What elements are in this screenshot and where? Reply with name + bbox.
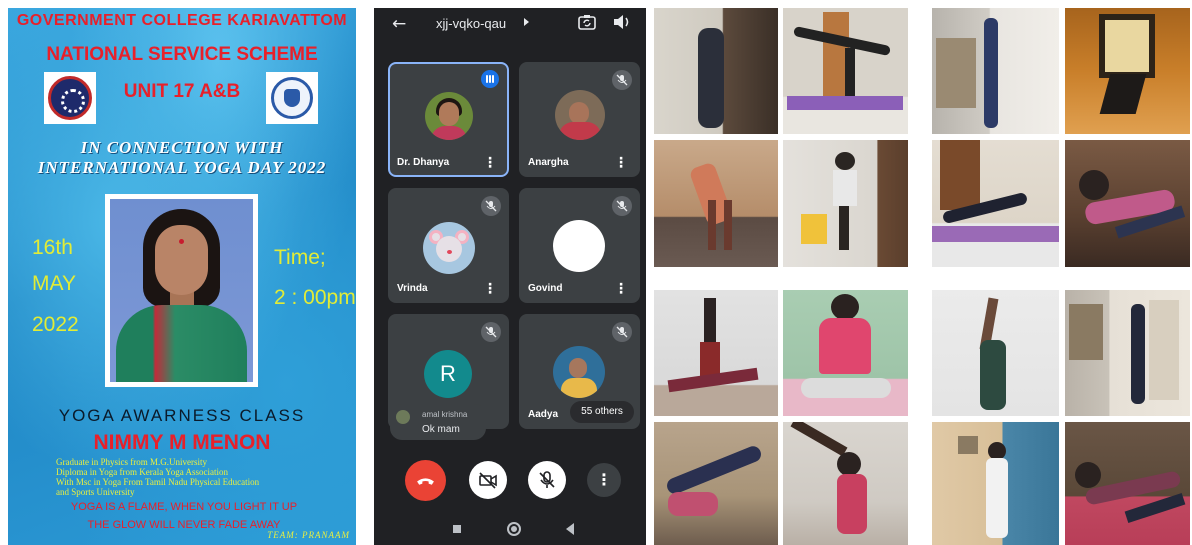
yoga-quote: YOGA IS A FLAME, WHEN YOU LIGHT IT UP TH… [34,498,334,534]
mic-off-icon [612,322,632,342]
speaker-photo [105,194,258,387]
participant-tile-aadya[interactable]: Aadya 55 others [519,314,640,429]
time-value: 2 : 00pm [274,286,356,309]
mic-off-icon [612,70,632,90]
yoga-photo [783,140,908,267]
qualification-line: and Sports University [56,487,135,497]
avatar [555,90,605,140]
yoga-photo [932,422,1059,545]
avatar-initial: R [424,350,472,398]
back-nav-icon[interactable] [566,523,574,535]
chat-username: amal krishna [422,410,468,419]
more-options-button[interactable]: ⋮ [587,463,621,497]
mic-off-icon [481,196,501,216]
yoga-photo [654,8,778,134]
yoga-photo [783,8,908,134]
date-year: 2022 [32,313,79,336]
speaker-icon[interactable] [612,13,632,31]
yoga-photo [1065,290,1190,416]
date-month: MAY [32,272,76,295]
yoga-photo [654,290,778,416]
camera-toggle-button[interactable] [469,461,507,499]
qualification-line: With Msc in Yoga From Tamil Nadu Physica… [56,477,260,487]
end-call-button[interactable] [405,460,446,501]
connection-line-1: IN CONNECTION WITH [80,138,284,157]
avatar [423,222,475,274]
date-day: 16th [32,236,73,259]
yoga-photo [1065,422,1190,545]
home-nav-icon[interactable] [507,522,521,536]
yoga-photo [1065,140,1190,267]
avatar [425,92,473,140]
participant-name: Vrinda [397,283,428,294]
team-credit: TEAM: PRANAAM [267,530,350,540]
participant-name: Anargha [528,157,569,168]
college-logo [266,72,318,124]
participant-name: Dr. Dhanya [397,157,450,168]
avatar [553,220,605,272]
arrow-left-icon[interactable]: ← [392,14,412,34]
avatar [553,346,605,398]
event-title: YOGA AWARNESS CLASS [58,406,306,425]
connection-line-2: INTERNATIONAL YOGA DAY 2022 [37,158,327,177]
speaker-name: NIMMY M MENON [93,431,271,454]
mic-off-icon [539,471,555,488]
participant-tile-anargha[interactable]: Anargha ⋮ [519,62,640,177]
qualification-line: Diploma in Yoga from Kerala Yoga Associa… [56,467,228,477]
chat-notification[interactable]: amal krishna Ok mam [390,404,486,440]
yoga-photo [932,8,1059,134]
participant-name: Aadya [528,409,559,420]
more-vert-icon[interactable]: ⋮ [483,156,497,170]
mic-off-icon [481,322,501,342]
chevron-right-icon[interactable] [524,18,529,26]
switch-camera-icon[interactable] [578,13,596,31]
yoga-photo [932,140,1059,267]
speaking-indicator-icon [481,70,499,88]
yoga-photo [932,290,1059,416]
chat-message: Ok mam [422,424,460,435]
participant-tile-govind[interactable]: Govind ⋮ [519,188,640,303]
mic-off-icon [612,196,632,216]
more-vert-icon[interactable]: ⋮ [483,282,497,296]
quote-line-1: YOGA IS A FLAME, WHEN YOU LIGHT IT UP [70,501,298,513]
meet-call-screen: ← xjj-vqko-qau Dr. Dhanya ⋮ Anargha ⋮ Vr… [374,8,646,545]
yoga-photo [1065,8,1190,134]
nss-logo [44,72,96,124]
participant-name: Govind [528,283,563,294]
yoga-photo [654,140,778,267]
participant-tile-dhanya[interactable]: Dr. Dhanya ⋮ [388,62,509,177]
qualification-line: Graduate in Physics from M.G.University [56,457,207,467]
yoga-photo [654,422,778,545]
recents-nav-icon[interactable] [453,525,461,533]
videocam-off-icon [479,472,497,489]
avatar [396,410,410,424]
others-count-button[interactable]: 55 others [570,401,634,423]
college-name: GOVERNMENT COLLEGE KARIAVATTOM [16,12,348,29]
mic-toggle-button[interactable] [528,461,566,499]
more-vert-icon[interactable]: ⋮ [614,156,628,170]
participant-tile-vrinda[interactable]: Vrinda ⋮ [388,188,509,303]
speaker-qualifications: Graduate in Physics from M.G.University … [56,457,346,497]
scheme-name: NATIONAL SERVICE SCHEME [46,44,318,65]
call-end-icon [417,478,434,485]
meeting-code[interactable]: xjj-vqko-qau [436,16,506,31]
yoga-photo [783,290,908,416]
time-label: Time; [274,246,326,269]
yoga-photo [783,422,908,545]
event-poster: GOVERNMENT COLLEGE KARIAVATTOM NATIONAL … [8,8,356,545]
more-vert-icon[interactable]: ⋮ [614,282,628,296]
